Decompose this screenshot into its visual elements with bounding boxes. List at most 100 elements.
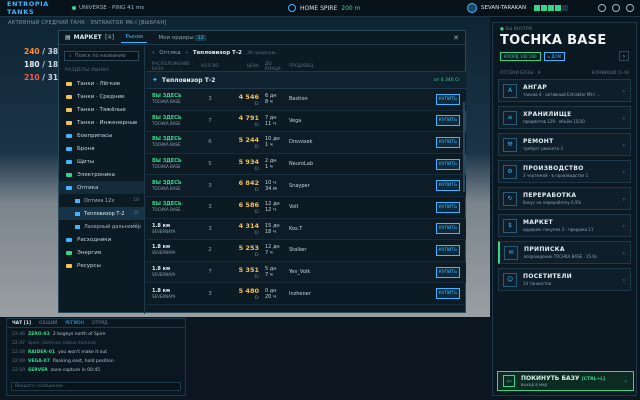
sidebar-category[interactable]: Щиты bbox=[59, 155, 144, 168]
buy-button[interactable]: КУПИТЬ bbox=[436, 158, 460, 170]
base-info-arrow-icon[interactable]: › bbox=[619, 51, 629, 61]
table-row[interactable]: ВЫ ЗДЕСЬ TOCHKA BASE 6 5 244 Cr 10 дн 1 ч Drovo… bbox=[146, 132, 466, 154]
category-icon bbox=[66, 159, 72, 164]
item-group-header[interactable]: ✦ Тепловизор Т-2 от 4 346 Cr bbox=[146, 72, 466, 89]
chat-tab-general[interactable]: ОБЩИЙ bbox=[39, 321, 57, 326]
module-icon: ✉ bbox=[504, 245, 518, 260]
sidebar-category[interactable]: Танки · Тяжёлые bbox=[59, 103, 144, 116]
module-text: АНГАР танков 4 · активный Entraktor Mk-I … bbox=[523, 84, 601, 97]
buy-button[interactable]: КУПИТЬ bbox=[436, 244, 460, 256]
sidebar-category[interactable]: Ресурсы bbox=[59, 259, 144, 272]
close-icon[interactable]: ✕ bbox=[453, 34, 459, 42]
leave-base-button[interactable]: ⇦ ПОКИНУТЬ БАЗУ [CTRL+L] выход в мир › bbox=[497, 371, 634, 391]
back-icon[interactable]: ‹ bbox=[152, 50, 154, 56]
sidebar-category[interactable]: Энергия bbox=[59, 246, 144, 259]
buy-button[interactable]: КУПИТЬ bbox=[436, 136, 460, 148]
base-module[interactable]: ⚒ РЕМОНТ требует ремонта 3 › bbox=[498, 133, 631, 156]
table-row[interactable]: ВЫ ЗДЕСЬ TOCHKA BASE 3 4 546 Cr 6 дн 8 ч Bastio… bbox=[146, 89, 466, 111]
table-row[interactable]: ВЫ ЗДЕСЬ TOCHKA BASE 7 4 791 Cr 7 дн 11 ч Vega К… bbox=[146, 111, 466, 133]
col-seller[interactable]: ПРОДАВЕЦ bbox=[286, 63, 346, 68]
listing-seller: Kos.T bbox=[289, 225, 303, 232]
chat-tab-region[interactable]: РЕГИОН bbox=[65, 321, 84, 326]
chat-author: ZERO-83 bbox=[27, 332, 50, 337]
category-label: Боеприпасы bbox=[77, 132, 113, 139]
breadcrumb-root[interactable]: Оптика bbox=[159, 50, 180, 56]
buy-button[interactable]: КУПИТЬ bbox=[436, 180, 460, 192]
table-row[interactable]: ВЫ ЗДЕСЬ TOCHKA BASE 3 6 842 Cr 10 ч 34 м Snayp… bbox=[146, 175, 466, 197]
home-icon: ⌂ bbox=[547, 53, 551, 59]
sidebar-category[interactable]: Электроника bbox=[59, 168, 144, 181]
listing-base: TOCHKA BASE bbox=[152, 142, 181, 148]
currency-label: Cr bbox=[254, 122, 259, 128]
sidebar-subcategory[interactable]: Тепловизор Т-2 30 bbox=[59, 207, 144, 220]
listing-seller: Yev_Volk bbox=[289, 269, 311, 276]
table-row[interactable]: 1.8 км SEVERNAYA 3 4 314 Cr 15 дн 18 ч Kos.T КУП… bbox=[146, 218, 466, 241]
buy-button[interactable]: КУПИТЬ bbox=[436, 288, 460, 300]
col-price[interactable]: ЦЕНА bbox=[224, 63, 262, 68]
col-expires[interactable]: ДО КОНЦА bbox=[262, 61, 286, 71]
cart-icon: ▤ bbox=[65, 34, 71, 41]
module-description: танков 4 · активный Entraktor Mk-I ... bbox=[523, 92, 601, 97]
sidebar-category[interactable]: Танки · Инженерные bbox=[59, 116, 144, 129]
base-module[interactable]: $ МАРКЕТ ордеров: покупка 3 · продажа 11 › bbox=[498, 214, 631, 237]
col-qty[interactable]: КОЛ-ВО bbox=[196, 63, 224, 68]
thermal-sight-icon: ✦ bbox=[152, 76, 158, 84]
breadcrumb-separator-icon: › bbox=[185, 50, 188, 56]
base-module[interactable]: ⚙ ПРОИЗВОДСТВО 3 чертежей · в производстве… bbox=[498, 160, 631, 183]
cell-expires: 0 дн 20 ч bbox=[262, 288, 286, 300]
category-icon bbox=[66, 250, 72, 255]
subcategory-label: Тепловизор Т-2 bbox=[84, 210, 125, 217]
base-module[interactable]: ☺ ПОСЕТИТЕЛИ 14 танкистов › bbox=[498, 268, 631, 291]
stat-energy-max: / 31 bbox=[42, 73, 59, 82]
search-input[interactable]: ⌕ Поиск по названию bbox=[64, 51, 139, 61]
module-description: возрождение TOCHKA BASE · 15.0s bbox=[524, 254, 597, 259]
sidebar-subcategory[interactable]: Оптика 12x 18 bbox=[59, 194, 144, 207]
table-row[interactable]: ВЫ ЗДЕСЬ TOCHKA BASE 3 6 586 Cr 12 дн 12 ч Volt… bbox=[146, 197, 466, 219]
category-icon bbox=[66, 120, 72, 125]
market-title-text: МАРКЕТ bbox=[73, 34, 102, 41]
tab-my-orders[interactable]: Мои ордеры 12 bbox=[154, 33, 209, 43]
sidebar-category[interactable]: Танки · Средние bbox=[59, 90, 144, 103]
buy-button[interactable]: КУПИТЬ bbox=[436, 201, 460, 213]
sidebar-category[interactable]: Танки · Лёгкие bbox=[59, 77, 144, 90]
base-module[interactable]: A АНГАР танков 4 · активный Entraktor Mk-I… bbox=[498, 79, 631, 102]
chat-message: 22:47 Spire: Defense status nominal bbox=[7, 339, 185, 348]
base-module[interactable]: ≡ ХРАНИЛИЩЕ предметов 129 · объём 15/30 › bbox=[498, 106, 631, 129]
tab-market[interactable]: Рынок bbox=[121, 32, 148, 43]
username: SEVAN-TARAKAN bbox=[481, 5, 527, 11]
table-row[interactable]: 1.8 км SEVERNAYA 7 5 351 Cr 5 дн 7 ч Yev_Volk КУ… bbox=[146, 261, 466, 284]
currency-label: Cr bbox=[254, 295, 259, 301]
buy-button[interactable]: КУПИТЬ bbox=[436, 115, 460, 127]
chat-input[interactable]: Введите сообщение... bbox=[11, 382, 181, 391]
settings-icon[interactable] bbox=[612, 4, 620, 12]
base-module[interactable]: ✉ ПРИПИСКА возрождение TOCHKA BASE · 15.0s… bbox=[498, 241, 631, 264]
cell-price: 4 314 Cr bbox=[224, 222, 262, 235]
buy-button[interactable]: КУПИТЬ bbox=[436, 266, 460, 278]
col-location[interactable]: РАСПОЛОЖЕНИЕ · БАЗА bbox=[146, 61, 196, 71]
category-label: Энергия bbox=[77, 249, 102, 256]
scrollbar[interactable] bbox=[463, 102, 465, 192]
location-indicator[interactable]: HOME SPIRE 200 m bbox=[288, 4, 360, 12]
sidebar-category[interactable]: Оптика bbox=[59, 181, 144, 194]
subcategory-label: Оптика 12x bbox=[84, 197, 115, 204]
sidebar-category[interactable]: Боеприпасы bbox=[59, 129, 144, 142]
chat-tab-squad[interactable]: ОТРЯД bbox=[92, 321, 108, 326]
avatar[interactable] bbox=[467, 3, 477, 13]
buy-button[interactable]: КУПИТЬ bbox=[436, 93, 460, 105]
sidebar-subcategory[interactable]: Лазерный дальномер 19 bbox=[59, 220, 144, 233]
base-module[interactable]: ↻ ПЕРЕРАБОТКА бонус на переработку 6.5% › bbox=[498, 187, 631, 210]
user-block[interactable]: SEVAN-TARAKAN bbox=[467, 3, 569, 13]
sidebar-category[interactable]: Расходники bbox=[59, 233, 144, 246]
menu-icon[interactable] bbox=[626, 4, 634, 12]
subcategory-count: 30 bbox=[133, 211, 139, 216]
cell-price: 4 546 Cr bbox=[224, 93, 262, 106]
listing-seller: NeuroLab bbox=[289, 161, 314, 168]
listing-qty: 6 bbox=[208, 139, 212, 146]
help-icon[interactable] bbox=[598, 4, 606, 12]
table-row[interactable]: 1.8 км SEVERNAYA 2 5 253 Cr 12 дн 7 ч Stalker КУ… bbox=[146, 240, 466, 262]
table-row[interactable]: 1.8 км SEVERNAYA 3 5 480 Cr 0 дн 20 ч Inzhener К… bbox=[146, 283, 466, 305]
table-row[interactable]: ВЫ ЗДЕСЬ TOCHKA BASE 5 5 934 Cr 2 дн 1 ч NeuroL… bbox=[146, 154, 466, 176]
buy-button[interactable]: КУПИТЬ bbox=[436, 223, 460, 235]
market-window: ▤ МАРКЕТ [4] Рынок Мои ордеры 12 ✕ ⌕ Пои… bbox=[58, 30, 466, 314]
sidebar-category[interactable]: Броня bbox=[59, 142, 144, 155]
